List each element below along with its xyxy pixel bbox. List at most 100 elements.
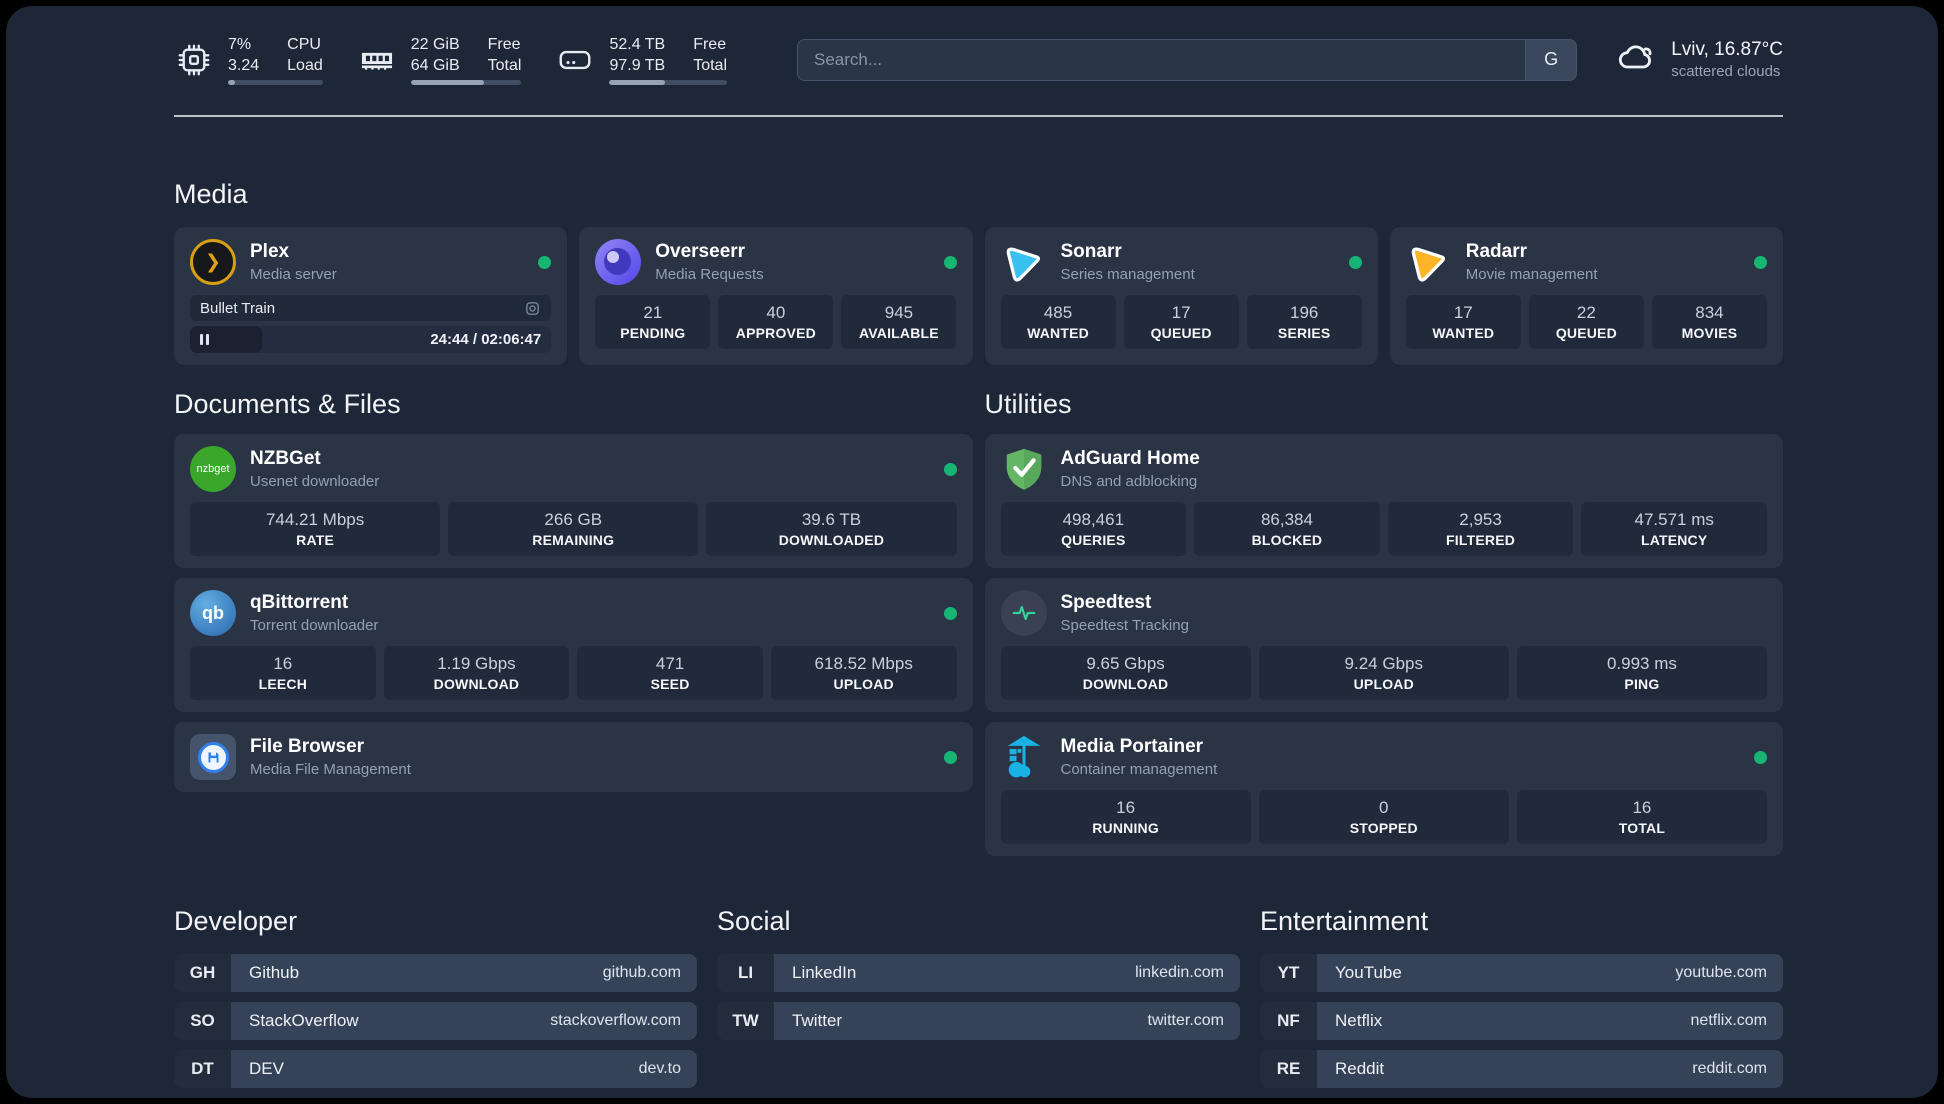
nzbget-icon: nzbget bbox=[190, 446, 236, 492]
link-netflix[interactable]: NF Netflix netflix.com bbox=[1260, 1002, 1783, 1040]
stat-label: APPROVED bbox=[735, 325, 816, 341]
cpu-progress-bar bbox=[228, 80, 323, 85]
media-settings-icon[interactable] bbox=[524, 300, 541, 317]
app-name: Radarr bbox=[1465, 241, 1527, 262]
link-name: Reddit bbox=[1335, 1059, 1385, 1078]
link-name: LinkedIn bbox=[792, 963, 857, 982]
stat-label: UPLOAD bbox=[833, 676, 894, 692]
stat-value: 0 bbox=[1379, 798, 1389, 817]
app-name: Sonarr bbox=[1060, 241, 1122, 262]
disk-free-label: Free bbox=[693, 36, 727, 53]
link-stackoverflow[interactable]: SO StackOverflow stackoverflow.com bbox=[174, 1002, 697, 1040]
stat-box: 0.993 ms PING bbox=[1516, 646, 1768, 700]
stat-box: 86,384 BLOCKED bbox=[1194, 502, 1380, 556]
stat-label: SERIES bbox=[1277, 325, 1331, 341]
card-overseerr[interactable]: Overseerr Media Requests 21 PENDING 40 A… bbox=[579, 227, 973, 365]
app-subtitle: Series management bbox=[1060, 266, 1195, 283]
stat-box: 16 RUNNING bbox=[1000, 790, 1251, 844]
link-twitter[interactable]: TW Twitter twitter.com bbox=[717, 1002, 1240, 1040]
card-radarr[interactable]: Radarr Movie management 17 WANTED 22 QUE… bbox=[1389, 227, 1783, 365]
link-linkedin[interactable]: LI LinkedIn linkedin.com bbox=[717, 954, 1240, 992]
ram-free-label: Free bbox=[487, 36, 521, 53]
card-portainer[interactable]: Media Portainer Container management 16 … bbox=[984, 722, 1783, 856]
app-subtitle: Media server bbox=[250, 266, 337, 283]
stat-label: FILTERED bbox=[1446, 532, 1516, 548]
link-url: twitter.com bbox=[1147, 1012, 1224, 1029]
topbar-divider bbox=[174, 115, 1783, 117]
stat-value: 16 bbox=[1116, 798, 1136, 817]
card-speedtest[interactable]: Speedtest Speedtest Tracking 9.65 Gbps D… bbox=[984, 578, 1783, 712]
disk-progress-bar bbox=[609, 80, 727, 85]
app-subtitle: Torrent downloader bbox=[250, 617, 379, 634]
stat-box: 39.6 TB DOWNLOADED bbox=[706, 502, 957, 556]
cpu-usage-label: CPU bbox=[287, 36, 321, 53]
stat-value: 0.993 ms bbox=[1606, 654, 1677, 673]
link-reddit[interactable]: RE Reddit reddit.com bbox=[1260, 1050, 1783, 1088]
link-name: StackOverflow bbox=[249, 1011, 359, 1030]
card-adguard[interactable]: AdGuard Home DNS and adblocking 498,461 … bbox=[984, 434, 1783, 568]
search-engine-button[interactable]: G bbox=[1525, 38, 1578, 81]
stat-label: PENDING bbox=[620, 325, 686, 341]
link-dev[interactable]: DT DEV dev.to bbox=[174, 1050, 697, 1088]
card-sonarr[interactable]: Sonarr Series management 485 WANTED 17 Q… bbox=[984, 227, 1378, 365]
stat-box: 485 WANTED bbox=[1000, 295, 1116, 349]
stat-value: 744.21 Mbps bbox=[265, 510, 365, 529]
app-subtitle: Media Requests bbox=[655, 266, 764, 283]
media-grid: ❯ Plex Media server Bullet Train 24:44 /… bbox=[174, 227, 1783, 365]
link-name: Github bbox=[249, 963, 300, 982]
pause-icon[interactable] bbox=[200, 334, 209, 345]
link-badge: LI bbox=[717, 954, 774, 992]
stat-label: DOWNLOAD bbox=[433, 676, 520, 692]
stat-box: 1.19 Gbps DOWNLOAD bbox=[383, 646, 570, 700]
status-dot bbox=[1754, 255, 1767, 269]
speedtest-icon bbox=[1000, 590, 1047, 636]
card-filebrowser[interactable]: File Browser Media File Management bbox=[174, 722, 973, 792]
card-plex[interactable]: ❯ Plex Media server Bullet Train 24:44 /… bbox=[174, 227, 568, 365]
status-dot bbox=[943, 462, 957, 476]
app-subtitle: Container management bbox=[1060, 761, 1218, 778]
overseerr-icon bbox=[595, 239, 642, 285]
disk-progress-fill bbox=[609, 80, 665, 85]
weather-condition: scattered clouds bbox=[1671, 63, 1781, 80]
section-title-documents: Documents & Files bbox=[174, 389, 401, 419]
link-youtube[interactable]: YT YouTube youtube.com bbox=[1260, 954, 1783, 992]
stat-label: QUEUED bbox=[1150, 325, 1212, 341]
stat-value: 40 bbox=[766, 303, 786, 322]
card-qbittorrent[interactable]: qb qBittorrent Torrent downloader 16 LEE… bbox=[174, 578, 973, 712]
ram-progress-fill bbox=[410, 80, 484, 85]
sonarr-icon bbox=[1001, 239, 1047, 285]
stat-value: 17 bbox=[1453, 303, 1473, 322]
weather-widget: Lviv, 16.87°C scattered clouds bbox=[1613, 37, 1783, 82]
ram-stat: 22 GiB 64 GiB Free Total bbox=[357, 34, 522, 85]
section-title-media: Media bbox=[174, 179, 248, 209]
status-dot bbox=[943, 606, 957, 620]
stat-label: LATENCY bbox=[1640, 532, 1708, 548]
stat-label: BLOCKED bbox=[1251, 532, 1323, 548]
link-badge: GH bbox=[174, 954, 231, 992]
qbittorrent-icon: qb bbox=[190, 590, 236, 636]
card-nzbget[interactable]: nzbget NZBGet Usenet downloader 744.21 M… bbox=[174, 434, 973, 568]
stat-box: 618.52 Mbps UPLOAD bbox=[770, 646, 957, 700]
stat-value: 21 bbox=[643, 303, 663, 322]
ram-total-label: Total bbox=[487, 57, 522, 74]
link-github[interactable]: GH Github github.com bbox=[174, 954, 697, 992]
playback-progress-bar[interactable]: 24:44 / 02:06:47 bbox=[190, 326, 552, 353]
disk-free-value: 52.4 TB bbox=[609, 36, 666, 53]
stat-box: 17 QUEUED bbox=[1123, 295, 1239, 349]
stat-label: DOWNLOADED bbox=[778, 532, 885, 548]
stat-value: 485 bbox=[1043, 303, 1073, 322]
stat-value: 196 bbox=[1290, 303, 1319, 322]
disk-icon bbox=[555, 40, 595, 80]
app-subtitle: Speedtest Tracking bbox=[1060, 617, 1189, 634]
stat-label: REMAINING bbox=[532, 532, 615, 548]
stat-value: 471 bbox=[655, 654, 685, 673]
stat-box: 47.571 ms LATENCY bbox=[1581, 502, 1767, 556]
stat-box: 266 GB REMAINING bbox=[448, 502, 699, 556]
link-name: Twitter bbox=[792, 1011, 843, 1030]
stat-value: 9.65 Gbps bbox=[1086, 654, 1165, 673]
search-input[interactable] bbox=[797, 38, 1578, 81]
now-playing-title: Bullet Train bbox=[200, 299, 276, 317]
stat-label: AVAILABLE bbox=[859, 325, 939, 341]
links-entertainment: Entertainment YT YouTube youtube.com NF … bbox=[1260, 904, 1783, 1098]
stat-value: 266 GB bbox=[544, 510, 603, 529]
